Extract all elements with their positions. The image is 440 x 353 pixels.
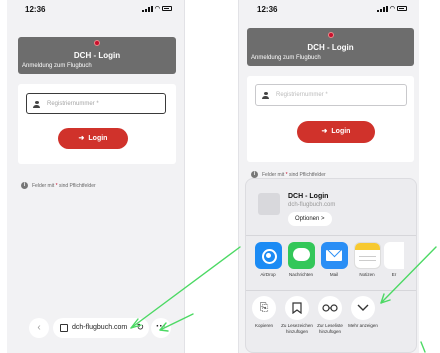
messages-icon [287, 242, 315, 269]
logo-seal-icon [327, 32, 334, 38]
wifi-icon: ◠ [389, 6, 395, 12]
login-button[interactable]: ➜ Login [58, 128, 128, 149]
logo-seal-icon [94, 40, 100, 46]
login-button-label: Login [88, 135, 108, 142]
page-subtitle: Anmeldung zum Flugbuch [22, 63, 92, 69]
action-show-more[interactable]: Mehr anzeigen [347, 296, 379, 329]
chevron-down-icon [351, 296, 375, 320]
signal-icon [377, 6, 388, 12]
browser-bottom-bar: ‹ dch-flugbuch.com ↻ ··· [29, 318, 171, 340]
login-arrow-icon: ➜ [321, 128, 328, 135]
login-button-label: Login [331, 128, 351, 135]
info-icon: i [21, 182, 28, 189]
annotation-arrow-tail [420, 341, 426, 353]
user-icon [262, 92, 269, 99]
page-settings-icon[interactable] [60, 324, 68, 332]
screenshot-stage: 12:36 ◠ DCH - Login Anmeldung zum Flugbu… [0, 0, 440, 353]
action-copy[interactable]: ⎘ Kopieren [248, 296, 280, 329]
app-header: DCH - Login Anmeldung zum Flugbuch [247, 28, 414, 66]
required-fields-note: i Felder mit * sind Pflichtfelder [251, 171, 326, 178]
share-app-airdrop[interactable]: AirDrop [252, 242, 284, 277]
left-phone-screen: 12:36 ◠ DCH - Login Anmeldung zum Flugbu… [7, 0, 185, 353]
battery-icon [162, 6, 172, 11]
share-app-row: AirDrop Nachrichten Mail Notizen Er [252, 242, 416, 287]
share-action-row: ⎘ Kopieren Zu Lesezeichen hinzufügen Zur… [248, 296, 416, 353]
options-button[interactable]: Optionen > [288, 212, 332, 226]
share-app-messages[interactable]: Nachrichten [285, 242, 317, 277]
registration-number-input[interactable]: Registriernummer * [255, 84, 407, 106]
bookmark-icon [285, 296, 309, 320]
divider [246, 235, 416, 236]
required-fields-note: i Felder mit * sind Pflichtfelder [21, 182, 96, 189]
status-time: 12:36 [25, 5, 46, 14]
app-header: DCH - Login Anmeldung zum Flugbuch [18, 37, 176, 74]
page-title: DCH - Login [307, 43, 354, 52]
reload-icon[interactable]: ↻ [136, 322, 144, 333]
status-bar: 12:36 ◠ [7, 0, 184, 18]
share-app-notes[interactable]: Notizen [351, 242, 383, 277]
login-card: Registriernummer * ➜ Login [247, 76, 414, 162]
share-app-mail[interactable]: Mail [318, 242, 350, 277]
more-apps-icon [384, 242, 404, 269]
input-placeholder: Registriernummer * [47, 101, 99, 107]
signal-icon [142, 6, 153, 12]
share-page-url: dch-flugbuch.com [288, 202, 336, 208]
user-icon [33, 101, 40, 108]
back-button[interactable]: ‹ [29, 318, 49, 338]
login-button[interactable]: ➜ Login [297, 121, 375, 143]
right-phone-screen: 12:36 ◠ DCH - Login Anmeldung zum Flugbu… [238, 0, 419, 353]
airdrop-icon [254, 242, 282, 269]
mail-icon [320, 242, 348, 269]
action-add-bookmark[interactable]: Zu Lesezeichen hinzufügen [281, 296, 313, 335]
address-bar[interactable]: dch-flugbuch.com ↻ [53, 318, 149, 338]
page-title: DCH - Login [73, 51, 121, 60]
status-bar: 12:36 ◠ [239, 0, 419, 18]
login-arrow-icon: ➜ [78, 135, 85, 142]
notes-icon [353, 242, 381, 269]
registration-number-input[interactable]: Registriernummer * [26, 93, 166, 114]
battery-icon [397, 6, 407, 11]
login-card: Registriernummer * ➜ Login [18, 84, 176, 164]
address-domain: dch-flugbuch.com [72, 324, 128, 331]
share-page-title: DCH - Login [288, 193, 329, 200]
action-add-reading-list[interactable]: Zur Leseliste hinzufügen [314, 296, 346, 335]
copy-icon: ⎘ [252, 296, 276, 320]
status-time: 12:36 [257, 5, 278, 14]
page-thumbnail [258, 193, 280, 215]
page-subtitle: Anmeldung zum Flugbuch [251, 55, 321, 61]
more-menu-button[interactable]: ··· [151, 318, 171, 338]
divider [246, 290, 416, 291]
share-app-more[interactable]: Er [384, 242, 404, 277]
input-placeholder: Registriernummer * [276, 92, 328, 98]
share-sheet: DCH - Login dch-flugbuch.com Optionen > … [245, 178, 417, 353]
wifi-icon: ◠ [154, 6, 160, 12]
reading-list-icon [318, 296, 342, 320]
info-icon: i [251, 171, 258, 178]
